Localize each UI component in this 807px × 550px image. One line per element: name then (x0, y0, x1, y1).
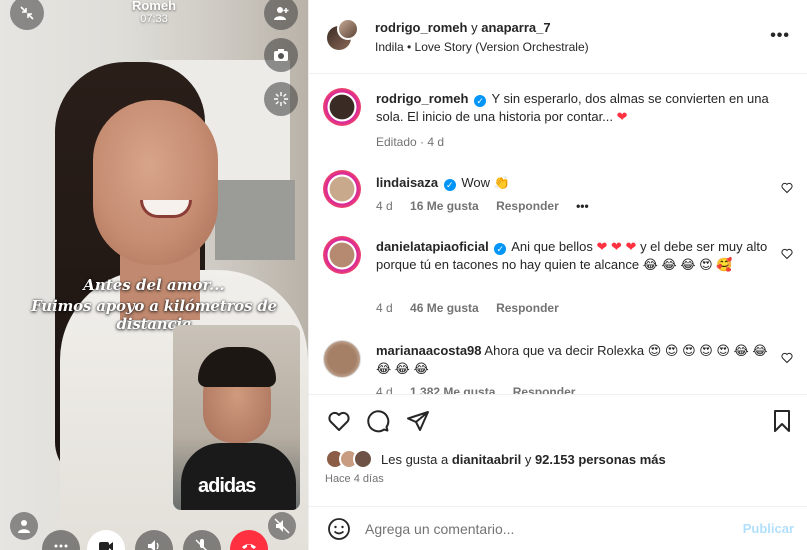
likes-count[interactable]: 92.153 personas más (535, 452, 666, 467)
background-shelf (215, 180, 295, 260)
verified-badge-icon: ✓ (494, 243, 507, 255)
add-person-icon (274, 7, 289, 20)
caller-name: Romeh (131, 0, 177, 13)
caption-avatar[interactable] (323, 88, 361, 126)
mute-speaker-icon (274, 518, 290, 534)
reply-button[interactable]: Responder (496, 199, 559, 213)
emoji-smile-icon[interactable] (327, 517, 351, 541)
microphone-off-icon (195, 539, 207, 550)
author2-link[interactable]: anaparra_7 (481, 20, 550, 35)
comment-item: lindaisaza ✓ Wow 👏 4 d 16 Me gusta Respo… (323, 170, 793, 214)
verified-badge-icon: ✓ (443, 179, 456, 191)
author2-avatar[interactable] (337, 18, 359, 40)
post-authors: rodrigo_romeh y anaparra_7 (375, 20, 551, 35)
like-comment-heart-icon[interactable] (781, 182, 793, 194)
call-timer: 07:33 (140, 13, 168, 25)
speaker-icon (148, 540, 159, 550)
flip-camera-button[interactable] (264, 38, 298, 72)
verified-badge-icon: ✓ (474, 95, 487, 107)
video-caption-line1: Antes del amor... (83, 276, 225, 294)
comment-meta: 4 d 1.382 Me gusta Responder (376, 385, 589, 394)
comment-username[interactable]: marianaacosta98 (376, 343, 482, 358)
clap-emoji-icon: 👏 (493, 175, 510, 190)
like-heart-icon[interactable] (327, 409, 351, 433)
author1-link[interactable]: rodrigo_romeh (375, 20, 467, 35)
reply-button[interactable]: Responder (496, 301, 559, 315)
likes-text: Les gusta a dianitaabril y 92.153 person… (381, 452, 666, 467)
comment-likes[interactable]: 1.382 Me gusta (410, 385, 495, 394)
likes-connector: y (524, 452, 532, 467)
mute-audio-button[interactable] (268, 512, 296, 540)
comment-time: 4 d (376, 385, 393, 394)
comment-likes[interactable]: 16 Me gusta (410, 199, 479, 213)
comment-text-block: danielatapiaoficial ✓ Ani que bellos ❤ ❤… (376, 238, 771, 274)
participants-button[interactable] (10, 512, 38, 540)
post-caption: rodrigo_romeh ✓ Y sin esperarlo, dos alm… (323, 88, 793, 150)
comment-text-part1: Ani que bellos (511, 239, 593, 254)
caption-username[interactable]: rodrigo_romeh (376, 91, 468, 106)
more-options-button[interactable]: ••• (770, 27, 790, 45)
save-bookmark-icon[interactable] (770, 409, 794, 433)
comment-avatar[interactable] (323, 236, 361, 274)
comment-avatar[interactable] (323, 170, 361, 208)
authors-connector: y (471, 20, 478, 35)
caption-text-block: rodrigo_romeh ✓ Y sin esperarlo, dos alm… (376, 90, 771, 126)
comment-time: 4 d (376, 199, 393, 213)
comment-item: marianaacosta98 Ahora que va decir Rolex… (323, 340, 793, 394)
comment-time: 4 d (376, 301, 393, 315)
heart-emoji-icon: ❤ (616, 109, 628, 124)
video-call-pane: Romeh 07:33 Antes del amor... Fuimos apo… (0, 0, 308, 550)
person-icon (18, 520, 30, 533)
caption-edited: Editado · 4 d (376, 135, 445, 149)
share-send-icon[interactable] (406, 409, 430, 433)
liker-username[interactable]: dianitaabril (452, 452, 521, 467)
comment-options-button[interactable]: ••• (576, 199, 589, 213)
minimize-arrows-icon (20, 6, 34, 20)
comment-text: Ahora que va decir Rolexka (484, 343, 645, 358)
comment-avatar[interactable] (323, 340, 361, 378)
comment-text: Wow (461, 175, 491, 190)
post-panel: rodrigo_romeh y anaparra_7 Indila • Love… (308, 0, 807, 550)
comment-input[interactable] (365, 519, 725, 539)
camera-icon (274, 49, 288, 61)
hearts-emoji-icon: ❤ ❤ ❤ (596, 239, 637, 254)
pip-shirt-logo: adidas (198, 475, 256, 497)
comment-likes[interactable]: 46 Me gusta (410, 301, 479, 315)
comments-list: rodrigo_romeh ✓ Y sin esperarlo, dos alm… (309, 74, 807, 394)
publish-button[interactable]: Publicar (743, 521, 794, 536)
comment-composer: Publicar (309, 506, 807, 550)
comment-username[interactable]: lindaisaza (376, 175, 438, 190)
likes-prefix: Les gusta a (381, 452, 449, 467)
liker-avatar (353, 449, 373, 469)
self-view-pip[interactable]: adidas (173, 325, 300, 510)
comment-text-block: marianaacosta98 Ahora que va decir Rolex… (376, 342, 771, 378)
reply-button[interactable]: Responder (513, 385, 576, 394)
more-icon (54, 544, 68, 548)
effects-sparkle-icon (274, 92, 288, 106)
pip-hair (198, 347, 276, 387)
video-icon (99, 542, 113, 550)
like-comment-heart-icon[interactable] (781, 352, 793, 364)
caller-face (93, 100, 218, 265)
post-actions: Les gusta a dianitaabril y 92.153 person… (309, 394, 807, 550)
post-header: rodrigo_romeh y anaparra_7 Indila • Love… (309, 0, 807, 74)
post-date: Hace 4 días (325, 473, 384, 485)
comment-meta: 4 d 46 Me gusta Responder (376, 301, 573, 315)
effects-button[interactable] (264, 82, 298, 116)
comment-username[interactable]: danielatapiaoficial (376, 239, 489, 254)
laughing-emoji-icon: 😂 😂 😂 😍 🥰 (642, 257, 733, 272)
audio-track-link[interactable]: Indila • Love Story (Version Orchestrale… (375, 40, 589, 54)
like-comment-heart-icon[interactable] (781, 248, 793, 260)
comment-text-block: lindaisaza ✓ Wow 👏 (376, 174, 771, 192)
comment-bubble-icon[interactable] (366, 409, 390, 433)
end-call-icon (242, 544, 256, 549)
comment-meta: 4 d 16 Me gusta Responder ••• (376, 199, 603, 213)
comment-item: danielatapiaoficial ✓ Ani que bellos ❤ ❤… (323, 236, 793, 316)
